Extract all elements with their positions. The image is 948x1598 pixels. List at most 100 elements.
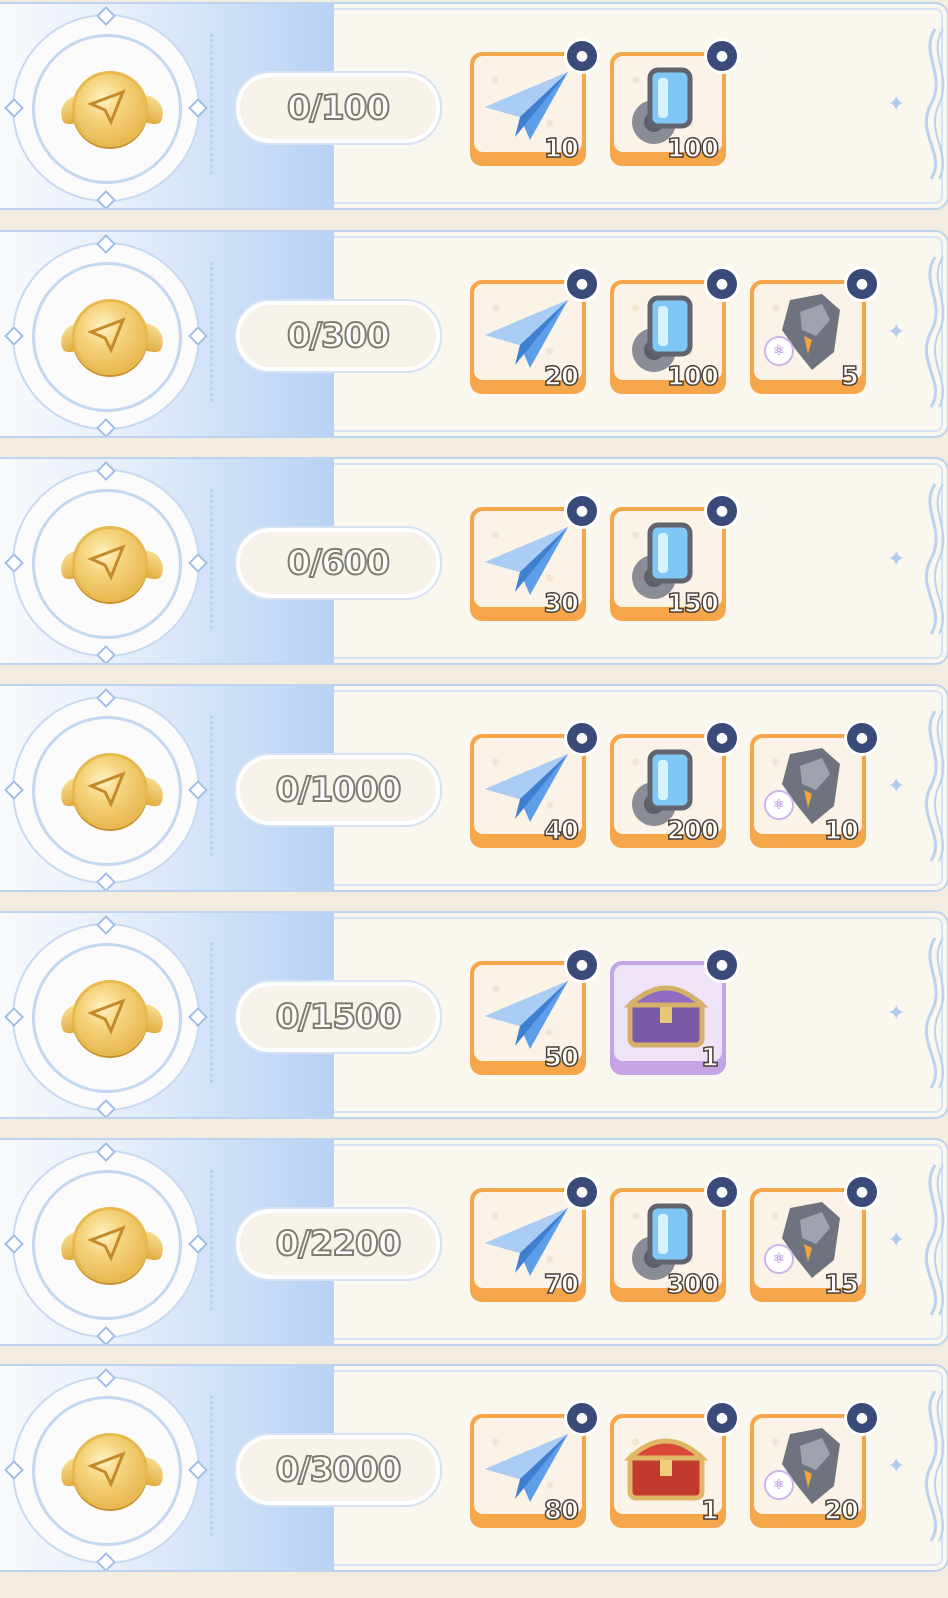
swirl-icon <box>924 28 945 180</box>
paper-plane-icon <box>485 981 568 1049</box>
lock-icon: ● <box>564 1400 600 1436</box>
dotted-divider <box>210 262 215 402</box>
dotted-divider <box>210 943 215 1083</box>
reward-count: 100 <box>666 133 720 165</box>
gold-coin-icon <box>72 753 148 829</box>
ornament-swirl: ✦ <box>887 24 947 184</box>
milestone-badge <box>4 234 208 436</box>
paper-plane-icon <box>485 1208 568 1276</box>
gold-coin-icon <box>72 980 148 1056</box>
lock-icon: ● <box>564 1174 600 1210</box>
paper-plane-icon <box>485 1434 568 1502</box>
reward-count: 15 <box>823 1269 860 1301</box>
swirl-icon <box>924 1390 945 1542</box>
reward-item-paper-plane[interactable]: ● 10 <box>470 38 600 166</box>
swirl-icon <box>924 1164 945 1316</box>
reward-item-purple-chest[interactable]: ● 1 <box>610 947 740 1075</box>
milestone-badge <box>4 915 208 1117</box>
ornament-swirl: ✦ <box>887 706 947 866</box>
reward-item-gear-tube[interactable]: ● 150 <box>610 493 740 621</box>
lock-icon: ● <box>564 493 600 529</box>
reward-item-paper-plane[interactable]: ● 40 <box>470 720 600 848</box>
reward-item-paper-plane[interactable]: ● 80 <box>470 1400 600 1528</box>
progress-counter: 0/3000 <box>234 1433 442 1507</box>
reward-item-paper-plane[interactable]: ● 50 <box>470 947 600 1075</box>
reward-item-red-chest[interactable]: ● 1 <box>610 1400 740 1528</box>
reward-count: 20 <box>823 1495 860 1527</box>
paper-plane-icon <box>485 754 568 822</box>
reward-count: 150 <box>666 588 720 620</box>
reward-count: 80 <box>543 1495 580 1527</box>
reward-count: 200 <box>666 815 720 847</box>
reward-count: 5 <box>840 361 860 393</box>
red-chest-icon <box>623 1438 709 1501</box>
swirl-icon <box>924 710 945 862</box>
lock-icon: ● <box>704 38 740 74</box>
reward-count: 20 <box>543 361 580 393</box>
ornament-swirl: ✦ <box>887 1160 947 1320</box>
gold-coin-icon <box>72 526 148 602</box>
milestone-row: 0/2200 ● 70 ● 300 ⚛ ● 15 ✦ <box>0 1138 948 1346</box>
dotted-divider <box>210 1396 215 1536</box>
recycle-icon: ⚛ <box>764 1244 794 1274</box>
progress-counter: 0/100 <box>234 71 442 145</box>
reward-count: 300 <box>666 1269 720 1301</box>
recycle-icon: ⚛ <box>764 790 794 820</box>
milestone-badge <box>4 6 208 208</box>
progress-counter: 0/1000 <box>234 753 442 827</box>
gold-coin-icon <box>72 71 148 147</box>
reward-count: 100 <box>666 361 720 393</box>
reward-item-ore-chunk[interactable]: ⚛ ● 5 <box>750 266 880 394</box>
gold-coin-icon <box>72 1433 148 1509</box>
reward-item-paper-plane[interactable]: ● 30 <box>470 493 600 621</box>
reward-item-gear-tube[interactable]: ● 100 <box>610 266 740 394</box>
dotted-divider <box>210 716 215 856</box>
lock-icon: ● <box>564 38 600 74</box>
milestone-row: 0/100 ● 10 ● 100 ✦ <box>0 2 948 210</box>
lock-icon: ● <box>564 720 600 756</box>
reward-item-gear-tube[interactable]: ● 300 <box>610 1174 740 1302</box>
reward-item-paper-plane[interactable]: ● 70 <box>470 1174 600 1302</box>
progress-counter: 0/600 <box>234 526 442 600</box>
recycle-icon: ⚛ <box>764 336 794 366</box>
lock-icon: ● <box>564 266 600 302</box>
reward-item-gear-tube[interactable]: ● 200 <box>610 720 740 848</box>
reward-count: 1 <box>700 1042 720 1074</box>
lock-icon: ● <box>704 1400 740 1436</box>
reward-item-ore-chunk[interactable]: ⚛ ● 10 <box>750 720 880 848</box>
reward-item-ore-chunk[interactable]: ⚛ ● 15 <box>750 1174 880 1302</box>
lock-icon: ● <box>704 720 740 756</box>
sparkle-icon: ✦ <box>887 774 906 799</box>
reward-count: 40 <box>543 815 580 847</box>
purple-chest-icon <box>623 985 709 1048</box>
lock-icon: ● <box>844 1400 880 1436</box>
milestone-badge <box>4 1368 208 1570</box>
sparkle-icon: ✦ <box>887 1454 906 1479</box>
progress-counter: 0/1500 <box>234 980 442 1054</box>
sparkle-icon: ✦ <box>887 1228 906 1253</box>
paper-plane-icon <box>485 72 568 140</box>
reward-item-gear-tube[interactable]: ● 100 <box>610 38 740 166</box>
gold-coin-icon <box>72 1207 148 1283</box>
sparkle-icon: ✦ <box>887 320 906 345</box>
lock-icon: ● <box>844 1174 880 1210</box>
reward-item-ore-chunk[interactable]: ⚛ ● 20 <box>750 1400 880 1528</box>
lock-icon: ● <box>564 947 600 983</box>
swirl-icon <box>924 937 945 1089</box>
milestone-row: 0/1500 ● 50 ● 1 ✦ <box>0 911 948 1119</box>
ornament-swirl: ✦ <box>887 252 947 412</box>
gold-coin-icon <box>72 299 148 375</box>
progress-counter: 0/300 <box>234 299 442 373</box>
milestone-row: 0/600 ● 30 ● 150 ✦ <box>0 457 948 665</box>
ornament-swirl: ✦ <box>887 1386 947 1546</box>
reward-count: 70 <box>543 1269 580 1301</box>
milestone-badge <box>4 1142 208 1344</box>
swirl-icon <box>924 483 945 635</box>
ornament-swirl: ✦ <box>887 479 947 639</box>
reward-item-paper-plane[interactable]: ● 20 <box>470 266 600 394</box>
recycle-icon: ⚛ <box>764 1470 794 1500</box>
lock-icon: ● <box>844 266 880 302</box>
milestone-row: 0/1000 ● 40 ● 200 ⚛ ● 10 ✦ <box>0 684 948 892</box>
milestone-row: 0/3000 ● 80 ● 1 ⚛ ● 20 ✦ <box>0 1364 948 1572</box>
lock-icon: ● <box>844 720 880 756</box>
